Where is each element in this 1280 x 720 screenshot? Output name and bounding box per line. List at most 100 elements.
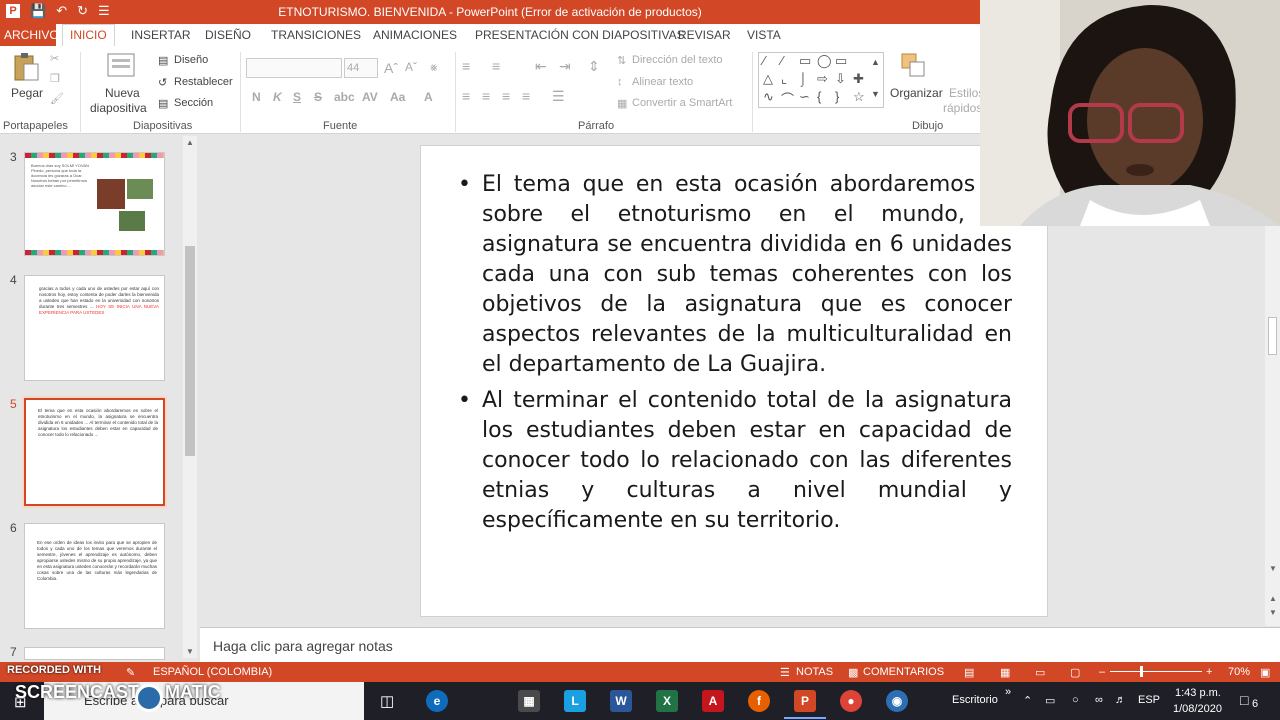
align-text-button[interactable]: Alinear texto: [632, 76, 693, 88]
tab-inicio[interactable]: INICIO: [62, 24, 115, 47]
tab-presentacion[interactable]: PRESENTACIÓN CON DIAPOSITIVAS: [475, 28, 685, 42]
line-spacing-icon[interactable]: ⇕: [588, 58, 600, 75]
slide-thumbnail-4[interactable]: gracias a todos y cada uno de ustedes po…: [24, 275, 165, 381]
smartart-icon[interactable]: ▦: [617, 97, 627, 110]
brace-shape-icon[interactable]: {: [817, 89, 821, 104]
search-placeholder[interactable]: Escribe aquí para buscar: [84, 693, 229, 708]
columns-icon[interactable]: ☰: [552, 88, 565, 105]
align-center-icon[interactable]: ≡: [482, 88, 490, 104]
clock-date[interactable]: 1/08/2020: [1173, 703, 1222, 715]
justify-icon[interactable]: ≡: [522, 88, 530, 104]
slide-bullet-list[interactable]: El tema que en esta ocasión abordaremos …: [458, 170, 1012, 542]
screencast-app-icon[interactable]: ◉: [886, 690, 908, 712]
grow-font-icon[interactable]: Aˆ: [384, 60, 398, 76]
bold-icon[interactable]: N: [252, 90, 261, 104]
tab-vista[interactable]: VISTA: [747, 28, 781, 42]
new-slide-icon[interactable]: [106, 50, 135, 80]
notes-pane[interactable]: Haga clic para agregar notas: [200, 627, 1280, 662]
slide-bullet[interactable]: El tema que en esta ocasión abordaremos …: [458, 170, 1012, 380]
decrease-indent-icon[interactable]: ⇤: [535, 58, 547, 75]
copy-icon[interactable]: ❐: [50, 72, 60, 85]
scroll-down-icon[interactable]: ▼: [186, 647, 194, 656]
tab-transiciones[interactable]: TRANSICIONES: [271, 28, 361, 42]
acrobat-icon[interactable]: A: [702, 690, 724, 712]
triangle-shape-icon[interactable]: △: [763, 71, 773, 87]
slide-bullet[interactable]: Al terminar el contenido total de la asi…: [458, 386, 1012, 536]
slide-thumbnail-5-selected[interactable]: El tema que en esta ocasión abordaremos …: [24, 398, 165, 506]
firefox-icon[interactable]: f: [748, 690, 770, 712]
reading-view-icon[interactable]: ▭: [1035, 666, 1045, 679]
scroll-down-icon[interactable]: ▼: [1269, 564, 1277, 573]
powerpoint-taskbar-icon[interactable]: P: [784, 690, 826, 719]
zoom-slider[interactable]: [1110, 671, 1202, 672]
zoom-in-icon[interactable]: +: [1206, 666, 1212, 678]
reset-icon[interactable]: ↺: [158, 76, 167, 89]
paste-button[interactable]: Pegar: [11, 86, 43, 100]
tab-archivo[interactable]: ARCHIVO: [0, 24, 59, 46]
slide-sorter-icon[interactable]: ▦: [1000, 666, 1010, 679]
zoom-slider-thumb[interactable]: [1140, 666, 1143, 677]
clear-format-icon[interactable]: ⨳: [430, 60, 437, 75]
language-label[interactable]: ESPAÑOL (COLOMBIA): [153, 666, 272, 678]
notes-button[interactable]: NOTAS: [796, 666, 833, 678]
current-slide[interactable]: El tema que en esta ocasión abordaremos …: [420, 145, 1048, 617]
slideshow-icon[interactable]: ▢: [1070, 666, 1080, 679]
edge-icon[interactable]: e: [426, 690, 448, 712]
quick-styles-label-2[interactable]: rápidos: [943, 101, 982, 115]
gallery-more-icon[interactable]: ▼: [871, 89, 880, 99]
app-l-icon[interactable]: L: [564, 690, 586, 712]
arrow-right-shape-icon[interactable]: ⇨: [817, 71, 828, 87]
spellcheck-icon[interactable]: ✎: [126, 666, 135, 679]
underline-icon[interactable]: S: [293, 90, 301, 104]
curve-shape-icon[interactable]: ∽: [799, 89, 810, 105]
rect-shape-icon[interactable]: ▭: [799, 53, 811, 69]
tab-revisar[interactable]: REVISAR: [678, 28, 731, 42]
text-direction-button[interactable]: Dirección del texto: [632, 54, 723, 66]
desktop-label[interactable]: Escritorio: [952, 694, 998, 706]
scroll-thumb[interactable]: [185, 246, 195, 456]
comments-icon[interactable]: ▩: [848, 666, 858, 679]
font-color-icon[interactable]: A: [424, 90, 433, 104]
plus-shape-icon[interactable]: ✚: [853, 71, 864, 87]
comments-button[interactable]: COMENTARIOS: [863, 666, 944, 678]
curve-shape-icon[interactable]: ⌒: [781, 89, 794, 108]
volume-icon[interactable]: ♬: [1115, 694, 1126, 706]
store-icon[interactable]: ▦: [518, 690, 540, 712]
toolbar-expand-icon[interactable]: »: [1005, 686, 1011, 698]
layout-icon[interactable]: ▤: [158, 54, 168, 67]
gallery-scroll-icon[interactable]: ▲: [871, 57, 880, 67]
reset-button[interactable]: Restablecer: [174, 76, 233, 88]
line-shape-icon[interactable]: ∕: [781, 53, 783, 68]
smartart-button[interactable]: Convertir a SmartArt: [632, 97, 732, 109]
shapes-gallery[interactable]: ∕ ∕ ▭ ◯ ▭ △ ⌞ ⌡ ⇨ ⇩ ✚ ∿ ⌒ ∽ { } ☆ ▲ ▼: [758, 52, 884, 108]
italic-icon[interactable]: K: [273, 90, 282, 104]
font-family-combo[interactable]: [246, 58, 342, 78]
arrow-down-shape-icon[interactable]: ⇩: [835, 71, 846, 87]
text-direction-icon[interactable]: ⇅: [617, 54, 626, 67]
shrink-font-icon[interactable]: Aˇ: [405, 60, 417, 74]
star-shape-icon[interactable]: ☆: [853, 89, 865, 105]
taskbar-search-box[interactable]: Escribe aquí para buscar: [44, 682, 364, 720]
tab-insertar[interactable]: INSERTAR: [131, 28, 191, 42]
strike-icon[interactable]: S: [314, 90, 322, 104]
normal-view-icon[interactable]: ▤: [964, 666, 974, 679]
zoom-out-icon[interactable]: –: [1099, 666, 1105, 678]
next-slide-icon[interactable]: ▼: [1269, 608, 1277, 617]
language-indicator[interactable]: ESP: [1138, 694, 1160, 706]
fit-slide-icon[interactable]: ▣: [1260, 666, 1270, 679]
align-right-icon[interactable]: ≡: [502, 88, 510, 104]
excel-icon[interactable]: X: [656, 690, 678, 712]
brace-shape-icon[interactable]: }: [835, 89, 839, 104]
align-text-icon[interactable]: ↕: [617, 76, 623, 88]
clock-time[interactable]: 1:43 p.m.: [1175, 687, 1221, 699]
line-shape-icon[interactable]: ∕: [763, 53, 765, 68]
paste-icon[interactable]: [12, 52, 40, 82]
change-case-icon[interactable]: Aa: [390, 90, 405, 104]
connector-shape-icon[interactable]: ⌞: [781, 71, 787, 87]
char-spacing-icon[interactable]: AV: [362, 90, 378, 104]
word-icon[interactable]: W: [610, 690, 632, 712]
network-icon[interactable]: ○: [1072, 694, 1079, 706]
increase-indent-icon[interactable]: ⇥: [559, 58, 571, 75]
task-view-icon[interactable]: ◫: [380, 692, 394, 710]
zoom-level[interactable]: 70%: [1228, 666, 1250, 678]
